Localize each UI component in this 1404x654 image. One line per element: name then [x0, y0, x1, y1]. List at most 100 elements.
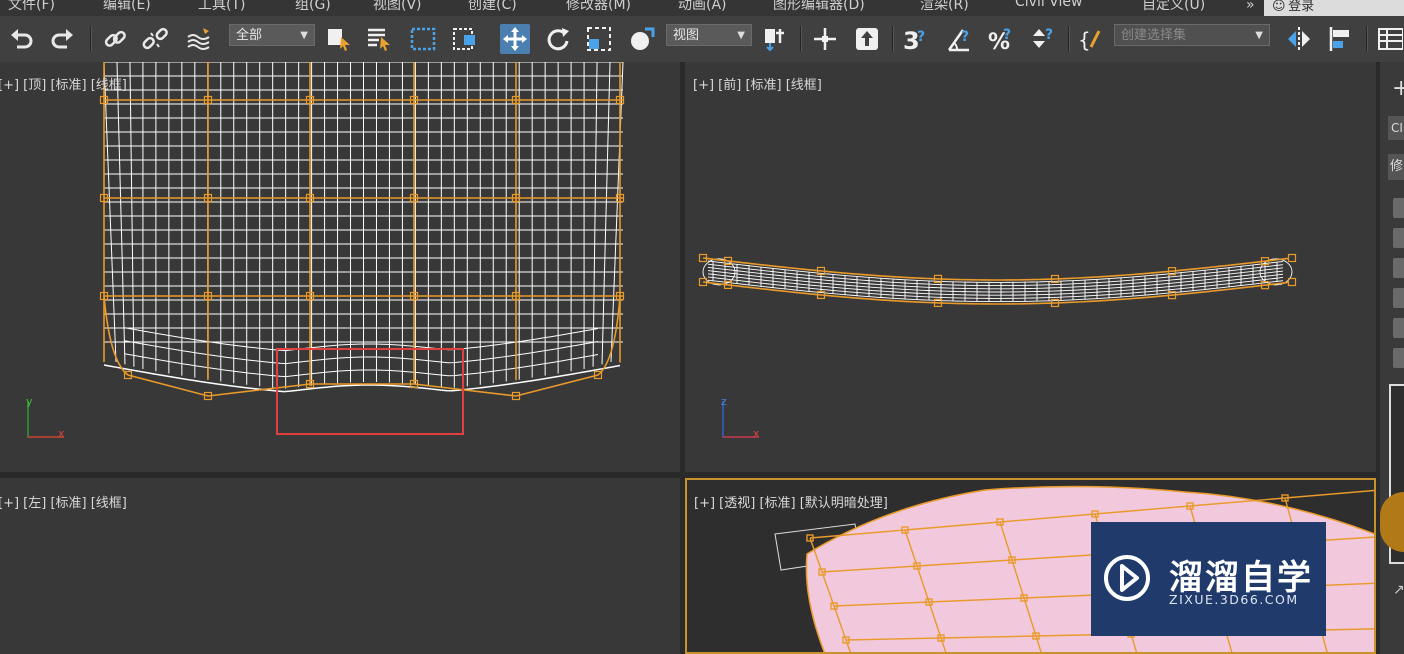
- axis-x-label: x: [753, 427, 760, 440]
- menu-rendering[interactable]: 渲染(R): [920, 0, 969, 14]
- percent-snap-icon[interactable]: %?: [986, 24, 1016, 54]
- viewport-left[interactable]: [+] [左] [标准] [线框]: [0, 478, 680, 654]
- create-tab-icon[interactable]: +: [1392, 76, 1404, 101]
- viewport-front-label[interactable]: [+] [前] [标准] [线框]: [693, 74, 822, 93]
- menu-group[interactable]: 组(G): [295, 0, 331, 14]
- axis-z-label: z: [721, 395, 727, 408]
- top-view-mesh: [99, 62, 625, 435]
- login-label: 登录: [1288, 0, 1315, 14]
- panel-button[interactable]: [1393, 318, 1404, 338]
- watermark-logo: 溜溜自学 ZIXUE.3D66.COM: [1091, 522, 1326, 636]
- select-move-icon[interactable]: [500, 24, 530, 54]
- menu-view[interactable]: 视图(V): [373, 0, 422, 14]
- edit-named-selection-icon[interactable]: {: [1076, 24, 1106, 54]
- panel-button[interactable]: [1393, 288, 1404, 308]
- menu-modifiers[interactable]: 修改器(M): [566, 0, 631, 14]
- viewport-divider-horizontal[interactable]: [0, 472, 1376, 478]
- viewport-divider-vertical[interactable]: [680, 62, 685, 654]
- menu-overflow[interactable]: »: [1246, 0, 1255, 13]
- panel-button[interactable]: [1393, 348, 1404, 368]
- reference-coord-dropdown[interactable]: 视图 ▼: [666, 24, 752, 46]
- menu-bar: 文件(F) 编辑(E) 工具(T) 组(G) 视图(V) 创建(C) 修改器(M…: [0, 0, 1404, 16]
- svg-text:{: {: [1078, 28, 1091, 52]
- panel-button[interactable]: [1393, 228, 1404, 248]
- toolbar-separator: [892, 26, 894, 52]
- orange-indicator: [1380, 492, 1404, 552]
- unlink-icon[interactable]: [140, 24, 170, 54]
- logo-subtitle: ZIXUE.3D66.COM: [1169, 592, 1299, 607]
- rect-selection-icon[interactable]: [408, 24, 438, 54]
- angle-snap-icon[interactable]: ?: [944, 24, 974, 54]
- viewport-left-label[interactable]: [+] [左] [标准] [线框]: [0, 492, 127, 511]
- command-panel: + CI 修 ↗: [1380, 62, 1404, 654]
- toolbar-separator: [90, 26, 92, 52]
- svg-text:?: ?: [1045, 27, 1053, 43]
- chevron-down-icon: ▼: [300, 30, 308, 41]
- toolbar-separator: [800, 26, 802, 52]
- window-crossing-icon[interactable]: [450, 24, 480, 54]
- svg-text:?: ?: [1003, 27, 1011, 43]
- login-button[interactable]: ☺ 登录: [1264, 0, 1404, 16]
- wire-line: [601, 62, 611, 365]
- cage-vertex: [1287, 277, 1297, 287]
- viewport-top[interactable]: [+] [顶] [标准] [线框] y x: [0, 62, 680, 472]
- menu-animation[interactable]: 动画(A): [678, 0, 727, 14]
- select-by-name-icon[interactable]: [364, 24, 394, 54]
- panel-button[interactable]: [1393, 198, 1404, 218]
- svg-text:?: ?: [917, 29, 925, 45]
- link-icon[interactable]: [100, 24, 130, 54]
- toolbar-separator: [1366, 26, 1368, 52]
- mirror-icon[interactable]: [1284, 24, 1314, 54]
- chevron-down-icon: ▼: [737, 30, 745, 41]
- select-rotate-icon[interactable]: [543, 24, 573, 54]
- bind-space-warp-icon[interactable]: [184, 24, 214, 54]
- axis-x-label: x: [58, 427, 65, 440]
- align-icon[interactable]: [1326, 24, 1356, 54]
- axis-y-label: y: [26, 395, 33, 408]
- menu-civil-view[interactable]: Civil View: [1015, 0, 1082, 10]
- chevron-down-icon: ▼: [1255, 30, 1263, 41]
- wire-line: [592, 62, 598, 367]
- axis-gizmo: y x: [22, 395, 72, 447]
- user-icon: ☺: [1272, 0, 1286, 14]
- logo-play-icon: [1104, 555, 1150, 601]
- modifier-list-dropdown[interactable]: 修: [1388, 154, 1404, 180]
- layer-explorer-icon[interactable]: [1374, 24, 1404, 54]
- axis-gizmo: z x: [717, 395, 767, 447]
- modifier-list-value: 修: [1390, 159, 1404, 174]
- viewport-front[interactable]: [+] [前] [标准] [线框] z x: [685, 62, 1376, 472]
- select-place-icon[interactable]: [626, 24, 656, 54]
- wire-line: [610, 62, 624, 363]
- cage-vertex: [1287, 253, 1297, 263]
- object-name-field[interactable]: CI: [1388, 116, 1404, 140]
- menu-tools[interactable]: 工具(T): [198, 0, 245, 14]
- wire-line: [129, 62, 135, 367]
- undo-icon[interactable]: [6, 24, 36, 54]
- main-toolbar: 全部 ▼ 视图 ▼ 3? ? %? ? {创建选择集 ▼: [0, 16, 1404, 63]
- svg-text:?: ?: [961, 29, 969, 45]
- menu-file[interactable]: 文件(F): [8, 0, 55, 14]
- pivot-icon[interactable]: [761, 24, 791, 54]
- toolbar-separator: [1068, 26, 1070, 52]
- select-scale-icon[interactable]: [584, 24, 614, 54]
- snap-3d-icon[interactable]: 3?: [900, 24, 930, 54]
- viewport-perspective-label[interactable]: [+] [透视] [标准] [默认明暗处理]: [694, 492, 888, 511]
- wire-line: [707, 260, 1284, 283]
- menu-customize[interactable]: 自定义(U): [1142, 0, 1205, 14]
- select-object-icon[interactable]: [324, 24, 354, 54]
- front-view-mesh: [698, 253, 1297, 308]
- panel-button[interactable]: [1393, 258, 1404, 278]
- select-manipulate-icon[interactable]: [810, 24, 840, 54]
- object-name-value: CI: [1391, 121, 1403, 135]
- snap-icon[interactable]: [852, 24, 882, 54]
- selection-filter-value: 全部: [236, 28, 263, 43]
- spinner-snap-icon[interactable]: ?: [1028, 24, 1058, 54]
- viewport-top-label[interactable]: [+] [顶] [标准] [线框]: [0, 74, 127, 93]
- pin-icon[interactable]: ↗: [1393, 582, 1404, 598]
- redo-icon[interactable]: [48, 24, 78, 54]
- named-selection-sets-dropdown[interactable]: 创建选择集 ▼: [1114, 24, 1270, 46]
- selection-filter-dropdown[interactable]: 全部 ▼: [229, 24, 315, 46]
- menu-graph-editors[interactable]: 图形编辑器(D): [773, 0, 865, 14]
- menu-create[interactable]: 创建(C): [468, 0, 517, 14]
- menu-edit[interactable]: 编辑(E): [103, 0, 151, 14]
